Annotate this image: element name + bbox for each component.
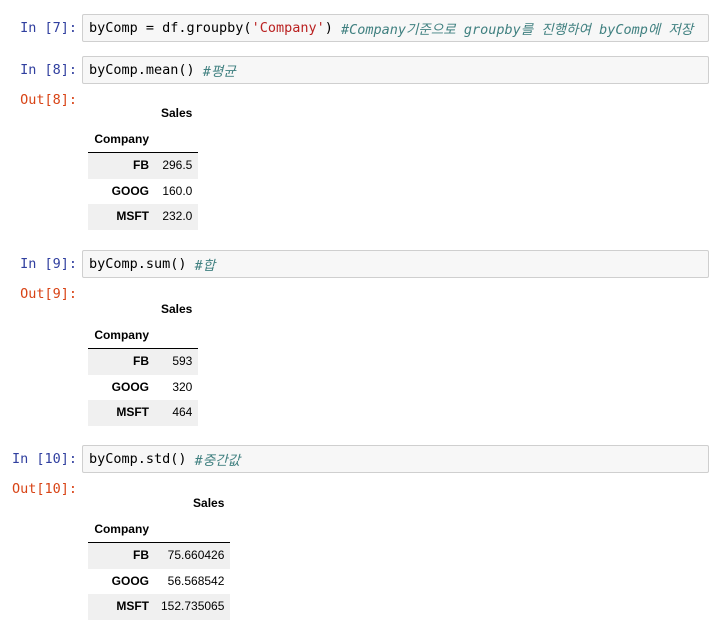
row-index: GOOG (111, 573, 149, 588)
input-prompt: In [8]: (20, 62, 77, 78)
table-header-row: Sales (88, 297, 198, 323)
code-text: byComp.std() (89, 451, 195, 467)
cell-value: 464 (172, 405, 193, 419)
code-comment: #중간값 (194, 453, 241, 469)
cell-value: 160.0 (162, 183, 193, 198)
dataframe-output: Sales Company FB 296.5 GOOG 160.0 MSFT 2… (88, 101, 199, 230)
code-comment: #Company기준으로 groupby를 진행하여 byComp에 저장 (340, 22, 694, 38)
table-header-row: Sales (88, 491, 230, 517)
table-row: FB 75.660426 (88, 542, 231, 569)
blank-header-cell (155, 322, 199, 349)
cell-value: 320 (172, 379, 193, 394)
cell-value: 75.660426 (167, 548, 225, 562)
row-index: GOOG (111, 379, 149, 394)
output-prompt: Out[10]: (11, 481, 77, 497)
code-text: byComp = df.groupby( (89, 20, 252, 36)
index-name: Company (88, 126, 155, 153)
table-row: FB 593 (88, 348, 199, 375)
index-name-row: Company (88, 516, 231, 543)
table-row: MSFT 232.0 (88, 204, 199, 230)
row-index: GOOG (111, 183, 149, 198)
table-header-row: Sales (88, 101, 198, 127)
table-row: GOOG 56.568542 (88, 569, 230, 595)
cell-value: 56.568542 (167, 573, 225, 588)
code-input-cell[interactable]: byComp.std() #중간값 (82, 445, 709, 473)
code-input-cell[interactable]: byComp = df.groupby('Company') #Company기… (82, 14, 709, 42)
input-prompt: In [7]: (20, 20, 77, 36)
code-text: byComp.mean() (89, 62, 203, 78)
column-header: Sales (161, 302, 193, 316)
index-name: Company (88, 322, 155, 349)
row-index: MSFT (116, 599, 149, 613)
cell-value: 296.5 (162, 158, 193, 172)
code-string: 'Company' (251, 20, 325, 36)
output-prompt: Out[8]: (20, 92, 77, 108)
row-index: MSFT (116, 405, 149, 419)
index-name-row: Company (88, 126, 199, 153)
row-index: MSFT (116, 209, 149, 223)
blank-header-cell (88, 491, 155, 517)
cell-value: 152.735065 (161, 599, 225, 613)
column-header: Sales (161, 106, 193, 120)
input-prompt: In [10]: (11, 451, 77, 467)
blank-header-cell (88, 297, 155, 323)
code-input-cell[interactable]: byComp.sum() #합 (82, 250, 709, 278)
input-prompt: In [9]: (20, 256, 77, 272)
table-row: FB 296.5 (88, 152, 199, 179)
code-comment: #합 (194, 258, 216, 274)
dataframe-output: Sales Company FB 593 GOOG 320 MSFT 464 (88, 297, 199, 426)
row-index: FB (133, 354, 149, 368)
dataframe-table: Sales Company FB 75.660426 GOOG 56.56854… (88, 491, 231, 620)
dataframe-table: Sales Company FB 296.5 GOOG 160.0 MSFT 2… (88, 101, 199, 230)
table-row: MSFT 464 (88, 400, 199, 426)
row-index: FB (133, 158, 149, 172)
output-prompt: Out[9]: (20, 286, 77, 302)
blank-header-cell (88, 101, 155, 127)
cell-value: 232.0 (162, 209, 193, 223)
table-row: MSFT 152.735065 (88, 594, 231, 620)
dataframe-table: Sales Company FB 593 GOOG 320 MSFT 464 (88, 297, 199, 426)
code-text: ) (324, 20, 341, 36)
table-row: GOOG 320 (88, 375, 198, 401)
code-comment: #평균 (202, 64, 236, 80)
cell-value: 593 (172, 354, 193, 368)
column-header: Sales (193, 496, 225, 510)
index-name-row: Company (88, 322, 199, 349)
blank-header-cell (155, 516, 231, 543)
code-text: byComp.sum() (89, 256, 195, 272)
row-index: FB (133, 548, 149, 562)
code-input-cell[interactable]: byComp.mean() #평균 (82, 56, 709, 84)
dataframe-output: Sales Company FB 75.660426 GOOG 56.56854… (88, 491, 231, 620)
index-name: Company (88, 516, 155, 543)
table-row: GOOG 160.0 (88, 179, 198, 205)
blank-header-cell (155, 126, 199, 153)
